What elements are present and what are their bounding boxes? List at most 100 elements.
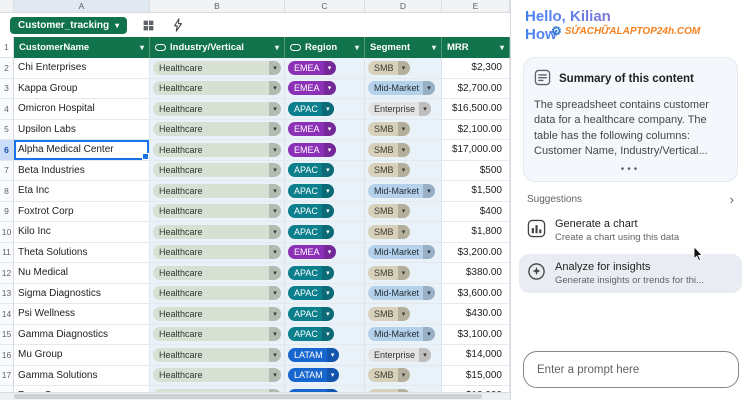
cell-mrr[interactable]: $400 (442, 201, 510, 222)
cell-industry[interactable]: Healthcare ▾ (150, 365, 285, 386)
column-header-d[interactable]: D (365, 0, 442, 12)
cell-customer-name[interactable]: Nu Medical (14, 263, 150, 284)
segment-dropdown-chip[interactable]: Mid-Market ▾ (368, 286, 436, 301)
industry-dropdown-chip[interactable]: Healthcare ▾ (153, 122, 281, 137)
cell-customer-name[interactable]: Omicron Hospital (14, 99, 150, 120)
cell-segment[interactable]: SMB ▾ (365, 365, 442, 386)
cell-region[interactable]: APAC ▾ (285, 304, 365, 325)
cell-segment[interactable]: Mid-Market ▾ (365, 283, 442, 304)
row-number[interactable]: 13 (0, 283, 14, 304)
cell-segment[interactable]: Enterprise ▾ (365, 345, 442, 366)
column-header-c[interactable]: C (285, 0, 365, 12)
cell-mrr[interactable]: $3,600.00 (442, 283, 510, 304)
cell-customer-name[interactable]: Upsilon Labs (14, 119, 150, 140)
cell-mrr[interactable]: $500 (442, 160, 510, 181)
cell-region[interactable]: EMEA ▾ (285, 242, 365, 263)
expand-summary-button[interactable]: ••• (534, 164, 727, 175)
cell-customer-name[interactable]: Mu Group (14, 345, 150, 366)
cell-industry[interactable]: Healthcare ▾ (150, 78, 285, 99)
segment-dropdown-chip[interactable]: SMB ▾ (368, 163, 410, 178)
industry-dropdown-chip[interactable]: Healthcare ▾ (153, 265, 281, 280)
industry-dropdown-chip[interactable]: Healthcare ▾ (153, 347, 281, 362)
region-dropdown-chip[interactable]: APAC ▾ (288, 101, 334, 116)
cell-industry[interactable]: Healthcare ▾ (150, 58, 285, 79)
cell-mrr[interactable]: $2,100.00 (442, 119, 510, 140)
cell-customer-name[interactable]: Psi Wellness (14, 304, 150, 325)
chevron-right-icon[interactable]: › (730, 192, 734, 207)
cell-industry[interactable]: Healthcare ▾ (150, 345, 285, 366)
row-number[interactable]: 5 (0, 119, 14, 140)
cell-industry[interactable]: Healthcare ▾ (150, 119, 285, 140)
segment-dropdown-chip[interactable]: Mid-Market ▾ (368, 327, 436, 342)
row-number[interactable]: 7 (0, 160, 14, 181)
row-number[interactable]: 17 (0, 365, 14, 386)
region-dropdown-chip[interactable]: LATAM ▾ (288, 347, 339, 362)
prompt-input[interactable] (523, 351, 739, 388)
region-dropdown-chip[interactable]: APAC ▾ (288, 327, 334, 342)
row-number[interactable]: 9 (0, 201, 14, 222)
row-number[interactable]: 6 (0, 140, 14, 161)
cell-industry[interactable]: Healthcare ▾ (150, 222, 285, 243)
segment-dropdown-chip[interactable]: SMB ▾ (368, 368, 410, 383)
row-number[interactable]: 14 (0, 304, 14, 325)
row-number[interactable]: 2 (0, 58, 14, 79)
header-segment[interactable]: Segment ▾ (365, 37, 442, 58)
cell-segment[interactable]: SMB ▾ (365, 160, 442, 181)
cell-region[interactable]: APAC ▾ (285, 201, 365, 222)
cell-segment[interactable]: SMB ▾ (365, 263, 442, 284)
region-dropdown-chip[interactable]: APAC ▾ (288, 163, 334, 178)
cell-mrr[interactable]: $14,000 (442, 345, 510, 366)
column-header-e[interactable]: E (442, 0, 510, 12)
cell-region[interactable]: APAC ▾ (285, 181, 365, 202)
cell-customer-name[interactable]: Alpha Medical Center (14, 140, 150, 161)
cell-industry[interactable]: Healthcare ▾ (150, 304, 285, 325)
cell-industry[interactable]: Healthcare ▾ (150, 140, 285, 161)
cell-customer-name[interactable]: Kappa Group (14, 78, 150, 99)
cell-segment[interactable]: SMB ▾ (365, 222, 442, 243)
region-dropdown-chip[interactable]: APAC ▾ (288, 224, 334, 239)
industry-dropdown-chip[interactable]: Healthcare ▾ (153, 183, 281, 198)
cell-industry[interactable]: Healthcare ▾ (150, 263, 285, 284)
cell-customer-name[interactable]: Beta Industries (14, 160, 150, 181)
cell-segment[interactable]: Enterprise ▾ (365, 99, 442, 120)
cell-region[interactable]: EMEA ▾ (285, 58, 365, 79)
select-all-corner[interactable] (0, 0, 14, 12)
cell-segment[interactable]: Mid-Market ▾ (365, 242, 442, 263)
region-dropdown-chip[interactable]: EMEA ▾ (288, 245, 336, 260)
region-dropdown-chip[interactable]: LATAM ▾ (288, 368, 339, 383)
industry-dropdown-chip[interactable]: Healthcare ▾ (153, 163, 281, 178)
cell-region[interactable]: APAC ▾ (285, 160, 365, 181)
industry-dropdown-chip[interactable]: Healthcare ▾ (153, 224, 281, 239)
cell-segment[interactable]: Mid-Market ▾ (365, 181, 442, 202)
cell-segment[interactable]: SMB ▾ (365, 201, 442, 222)
cell-mrr[interactable]: $380.00 (442, 263, 510, 284)
row-number[interactable]: 10 (0, 222, 14, 243)
region-dropdown-chip[interactable]: APAC ▾ (288, 265, 334, 280)
segment-dropdown-chip[interactable]: SMB ▾ (368, 265, 410, 280)
region-dropdown-chip[interactable]: EMEA ▾ (288, 60, 336, 75)
cell-customer-name[interactable]: Theta Solutions (14, 242, 150, 263)
row-number[interactable]: 12 (0, 263, 14, 284)
cell-industry[interactable]: Healthcare ▾ (150, 242, 285, 263)
cell-region[interactable]: APAC ▾ (285, 283, 365, 304)
row-number[interactable]: 11 (0, 242, 14, 263)
segment-dropdown-chip[interactable]: Enterprise ▾ (368, 101, 432, 116)
cell-segment[interactable]: SMB ▾ (365, 58, 442, 79)
header-region[interactable]: Region ▾ (285, 37, 365, 58)
cell-industry[interactable]: Healthcare ▾ (150, 99, 285, 120)
row-number[interactable]: 3 (0, 78, 14, 99)
row-number[interactable]: 8 (0, 181, 14, 202)
cell-segment[interactable]: SMB ▾ (365, 119, 442, 140)
industry-dropdown-chip[interactable]: Healthcare ▾ (153, 327, 281, 342)
region-dropdown-chip[interactable]: APAC ▾ (288, 204, 334, 219)
cell-mrr[interactable]: $17,000.00 (442, 140, 510, 161)
suggestion-generate-chart[interactable]: Generate a chart Create a chart using th… (519, 211, 742, 250)
cell-industry[interactable]: Healthcare ▾ (150, 283, 285, 304)
cell-region[interactable]: APAC ▾ (285, 324, 365, 345)
cell-mrr[interactable]: $3,100.00 (442, 324, 510, 345)
segment-dropdown-chip[interactable]: SMB ▾ (368, 306, 410, 321)
cell-customer-name[interactable]: Chi Enterprises (14, 58, 150, 79)
cell-customer-name[interactable]: Gamma Solutions (14, 365, 150, 386)
cell-mrr[interactable]: $430.00 (442, 304, 510, 325)
cell-mrr[interactable]: $1,500 (442, 181, 510, 202)
